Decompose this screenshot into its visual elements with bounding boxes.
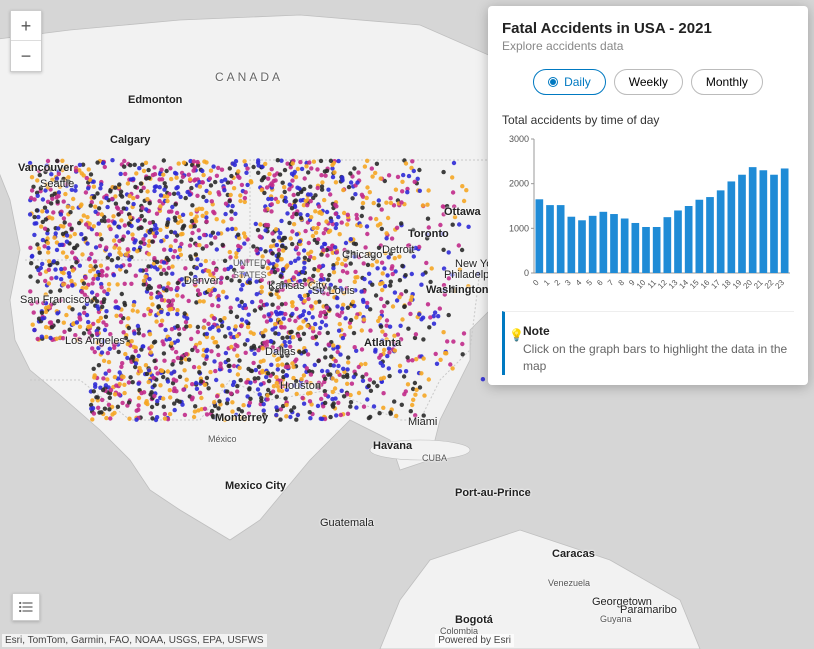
- chart-bar[interactable]: [589, 216, 597, 273]
- chart-bar[interactable]: [695, 200, 703, 273]
- tab-monthly[interactable]: Monthly: [691, 69, 763, 95]
- legend-toggle-button[interactable]: [12, 593, 40, 621]
- chart-bar[interactable]: [610, 214, 618, 273]
- chart-xtick: 0: [531, 278, 541, 288]
- chart-bar[interactable]: [759, 170, 767, 273]
- chart-xtick: 7: [606, 278, 616, 288]
- chart-bar[interactable]: [546, 205, 554, 273]
- zoom-out-button[interactable]: −: [11, 41, 41, 71]
- tab-daily-label: Daily: [564, 75, 591, 89]
- chart-bar[interactable]: [557, 205, 565, 273]
- chart-xtick: 4: [574, 278, 584, 288]
- tab-weekly-label: Weekly: [629, 75, 668, 89]
- chart-bar[interactable]: [653, 227, 661, 273]
- chart-area[interactable]: 0100020003000012345678910111213141516171…: [502, 133, 794, 301]
- chart-bar[interactable]: [781, 168, 789, 273]
- svg-text:2000: 2000: [509, 179, 529, 189]
- tab-weekly[interactable]: Weekly: [614, 69, 683, 95]
- chart-xtick: 3: [563, 278, 573, 288]
- panel-subtitle: Explore accidents data: [502, 39, 794, 53]
- lightbulb-icon: 💡: [509, 328, 524, 342]
- chart-bar[interactable]: [706, 197, 714, 273]
- note-body: Click on the graph bars to highlight the…: [523, 341, 794, 375]
- chart-bar[interactable]: [727, 181, 735, 273]
- zoom-in-button[interactable]: +: [11, 11, 41, 41]
- chart-xtick: 23: [773, 278, 786, 291]
- svg-text:1000: 1000: [509, 223, 529, 233]
- map-attribution: Esri, TomTom, Garmin, FAO, NOAA, USGS, E…: [2, 634, 267, 647]
- chart-bar[interactable]: [578, 220, 586, 273]
- chart-bar[interactable]: [621, 219, 629, 273]
- chart-bar[interactable]: [717, 190, 725, 273]
- svg-text:0: 0: [524, 268, 529, 278]
- list-icon: [18, 599, 34, 615]
- chart-bar[interactable]: [631, 223, 639, 273]
- chart-bar[interactable]: [749, 167, 757, 273]
- note-callout: 💡 Note Click on the graph bars to highli…: [502, 311, 794, 375]
- radio-dot-icon: [548, 77, 558, 87]
- chart-bar[interactable]: [535, 199, 543, 273]
- map-powered-by: Powered by Esri: [435, 634, 514, 647]
- chart-bar[interactable]: [642, 227, 650, 273]
- chart-xtick: 2: [553, 278, 563, 288]
- note-title: Note: [523, 324, 794, 338]
- zoom-control: + −: [10, 10, 42, 72]
- svg-text:3000: 3000: [509, 134, 529, 144]
- panel-title: Fatal Accidents in USA - 2021: [502, 20, 794, 37]
- chart-xtick: 8: [617, 278, 627, 288]
- chart-bar[interactable]: [685, 206, 693, 273]
- chart-xtick: 5: [585, 278, 595, 288]
- tab-monthly-label: Monthly: [706, 75, 748, 89]
- time-granularity-tabs: Daily Weekly Monthly: [502, 69, 794, 95]
- chart-xtick: 6: [595, 278, 605, 288]
- chart-title: Total accidents by time of day: [502, 113, 794, 127]
- info-panel: Fatal Accidents in USA - 2021 Explore ac…: [488, 6, 808, 385]
- tab-daily[interactable]: Daily: [533, 69, 606, 95]
- chart-bar[interactable]: [567, 217, 575, 273]
- chart-bar[interactable]: [738, 175, 746, 273]
- chart-bar[interactable]: [599, 212, 607, 273]
- chart-bar[interactable]: [663, 217, 671, 273]
- chart-bar[interactable]: [674, 210, 682, 273]
- chart-xtick: 1: [542, 278, 552, 288]
- chart-bar[interactable]: [770, 175, 778, 273]
